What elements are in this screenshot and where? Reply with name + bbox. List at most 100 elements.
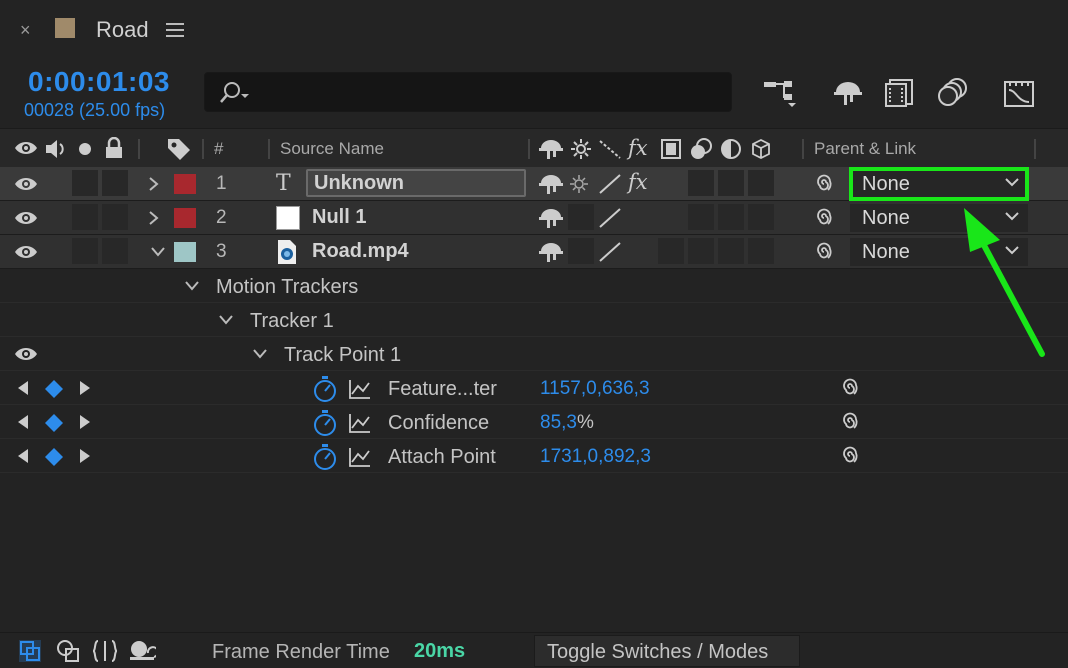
effects-switch-icon[interactable]: fx bbox=[628, 170, 648, 194]
solo-toggle[interactable] bbox=[72, 170, 98, 196]
search-input[interactable] bbox=[251, 79, 721, 107]
pick-whip-spiral-icon[interactable] bbox=[812, 240, 836, 264]
shy-switch-icon[interactable] bbox=[538, 207, 564, 229]
shy-switch-icon[interactable] bbox=[538, 173, 564, 195]
tracker-group[interactable]: Tracker 1 bbox=[0, 303, 1068, 337]
lock-toggle[interactable] bbox=[102, 238, 128, 264]
previous-keyframe-icon[interactable] bbox=[16, 448, 30, 464]
layer-switches-pane-icon[interactable] bbox=[18, 639, 42, 663]
pick-whip-spiral-icon[interactable] bbox=[838, 410, 862, 434]
layer-search-box[interactable] bbox=[204, 72, 732, 112]
pick-whip-spiral-icon[interactable] bbox=[812, 172, 836, 196]
property-value-wrap[interactable]: 85,3% bbox=[540, 412, 594, 434]
layer-row-1[interactable]: 1 T Unknown fx None bbox=[0, 167, 1068, 201]
property-value[interactable]: 85,3 bbox=[540, 412, 577, 433]
quality-switch-icon[interactable] bbox=[598, 207, 622, 229]
collapse-switch-icon[interactable] bbox=[568, 173, 590, 195]
lock-toggle[interactable] bbox=[102, 204, 128, 230]
toggle-switches-modes-button[interactable]: Toggle Switches / Modes bbox=[534, 635, 800, 667]
graph-editor-icon[interactable] bbox=[1002, 76, 1036, 108]
layer-name[interactable]: Null 1 bbox=[312, 206, 366, 229]
layer-row-3[interactable]: 3 Road.mp4 None bbox=[0, 235, 1068, 269]
collapse-chevron-down-icon[interactable] bbox=[252, 348, 268, 360]
layer-label-color[interactable] bbox=[174, 242, 196, 262]
adjustment-toggle[interactable] bbox=[718, 238, 744, 264]
collapse-chevron-down-icon[interactable] bbox=[184, 280, 200, 292]
hamburger-menu-icon[interactable] bbox=[166, 22, 186, 38]
close-tab-button[interactable]: × bbox=[20, 20, 31, 41]
quality-slash-icon[interactable] bbox=[598, 138, 622, 160]
collapse-sun-icon[interactable] bbox=[570, 138, 592, 160]
motion-blur-toggle[interactable] bbox=[718, 170, 744, 196]
lock-icon[interactable] bbox=[104, 137, 124, 159]
pick-whip-spiral-icon[interactable] bbox=[838, 444, 862, 468]
composition-flowchart-icon[interactable] bbox=[762, 78, 798, 108]
layer-label-color[interactable] bbox=[174, 174, 196, 194]
solo-toggle[interactable] bbox=[72, 238, 98, 264]
shy-icon[interactable] bbox=[538, 138, 564, 160]
next-keyframe-icon[interactable] bbox=[78, 380, 92, 396]
frame-blending-icon[interactable] bbox=[884, 76, 916, 108]
3d-layer-cube-icon[interactable] bbox=[750, 138, 772, 160]
source-name-header[interactable]: Source Name bbox=[280, 139, 384, 159]
track-point-group[interactable]: Track Point 1 bbox=[0, 337, 1068, 371]
next-keyframe-icon[interactable] bbox=[78, 448, 92, 464]
audio-speaker-icon[interactable] bbox=[44, 138, 68, 160]
stopwatch-icon[interactable] bbox=[312, 409, 338, 437]
expand-chevron-right-icon[interactable] bbox=[148, 176, 160, 192]
collapse-chevron-down-icon[interactable] bbox=[150, 246, 166, 258]
pick-whip-spiral-icon[interactable] bbox=[838, 376, 862, 400]
keyframe-diamond-icon[interactable] bbox=[44, 379, 64, 399]
graph-icon[interactable] bbox=[348, 412, 372, 434]
video-visibility-icon[interactable] bbox=[14, 139, 38, 157]
3d-layer-toggle[interactable] bbox=[748, 170, 774, 196]
property-value[interactable]: 1731,0,892,3 bbox=[540, 446, 651, 468]
shy-switch-icon[interactable] bbox=[538, 241, 564, 263]
property-value[interactable]: 1157,0,636,3 bbox=[540, 378, 650, 400]
layer-name[interactable]: Unknown bbox=[314, 172, 404, 195]
adjustment-layer-icon[interactable] bbox=[720, 138, 742, 160]
collapse-toggle[interactable] bbox=[568, 204, 594, 230]
previous-keyframe-icon[interactable] bbox=[16, 414, 30, 430]
3d-layer-toggle[interactable] bbox=[748, 238, 774, 264]
layer-row-2[interactable]: 2 Null 1 None bbox=[0, 201, 1068, 235]
stopwatch-icon[interactable] bbox=[312, 443, 338, 471]
current-time-display[interactable]: 0:00:01:03 bbox=[28, 66, 170, 98]
collapse-toggle[interactable] bbox=[568, 238, 594, 264]
transfer-controls-pane-icon[interactable] bbox=[56, 639, 80, 663]
collapse-chevron-down-icon[interactable] bbox=[218, 314, 234, 326]
quality-switch-icon[interactable] bbox=[598, 173, 622, 195]
property-row-confidence[interactable]: Confidence 85,3% bbox=[0, 405, 1068, 439]
stopwatch-icon[interactable] bbox=[312, 375, 338, 403]
layer-visibility-eye-icon[interactable] bbox=[14, 176, 38, 192]
motion-trackers-group[interactable]: Motion Trackers bbox=[0, 269, 1068, 303]
frame-blend-column-icon[interactable] bbox=[660, 138, 682, 160]
parent-dropdown-1[interactable]: None bbox=[850, 170, 1028, 198]
in-out-duration-pane-icon[interactable] bbox=[92, 639, 118, 663]
render-time-pane-icon[interactable] bbox=[128, 639, 156, 663]
motion-blur-column-icon[interactable] bbox=[688, 137, 714, 161]
track-point-visibility-eye-icon[interactable] bbox=[14, 346, 38, 362]
solo-toggle[interactable] bbox=[72, 204, 98, 230]
lock-toggle[interactable] bbox=[102, 170, 128, 196]
frame-blend-toggle[interactable] bbox=[658, 238, 684, 264]
pick-whip-spiral-icon[interactable] bbox=[812, 206, 836, 230]
layer-visibility-eye-icon[interactable] bbox=[14, 210, 38, 226]
frame-blend-toggle[interactable] bbox=[688, 170, 714, 196]
keyframe-diamond-icon[interactable] bbox=[44, 447, 64, 467]
property-row-attach-point[interactable]: Attach Point 1731,0,892,3 bbox=[0, 439, 1068, 473]
motion-blur-toggle[interactable] bbox=[688, 238, 714, 264]
next-keyframe-icon[interactable] bbox=[78, 414, 92, 430]
layer-visibility-eye-icon[interactable] bbox=[14, 244, 38, 260]
draft-3d-icon[interactable] bbox=[832, 80, 864, 106]
motion-blur-toggle[interactable] bbox=[718, 204, 744, 230]
layer-label-color[interactable] bbox=[174, 208, 196, 228]
graph-icon[interactable] bbox=[348, 446, 372, 468]
label-tag-icon[interactable] bbox=[166, 137, 192, 161]
composition-tab-title[interactable]: Road bbox=[96, 17, 149, 43]
previous-keyframe-icon[interactable] bbox=[16, 380, 30, 396]
frame-blend-toggle[interactable] bbox=[688, 204, 714, 230]
layer-name[interactable]: Road.mp4 bbox=[312, 240, 409, 263]
property-row-feature-center[interactable]: Feature...ter 1157,0,636,3 bbox=[0, 371, 1068, 405]
motion-blur-icon[interactable] bbox=[936, 76, 970, 108]
